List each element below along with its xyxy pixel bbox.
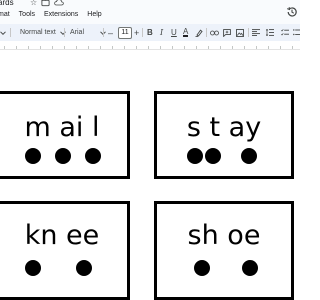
decrease-font-size-button[interactable]: –	[108, 24, 113, 41]
sound-dot	[76, 260, 92, 276]
font-dropdown[interactable]: Arial	[70, 24, 106, 41]
menu-extensions[interactable]: Extensions	[44, 11, 78, 18]
ruler-tick	[148, 46, 149, 49]
sound-dot	[85, 148, 101, 164]
highlighter-icon	[195, 29, 203, 37]
ruler-tick	[4, 46, 5, 49]
ruler-tick	[220, 46, 221, 49]
ruler-tick	[100, 46, 101, 49]
ruler-tick	[280, 46, 281, 49]
highlight-color-button[interactable]	[195, 24, 203, 41]
toolbar-divider	[206, 28, 207, 37]
toolbar-divider	[103, 28, 104, 37]
line-spacing-button[interactable]	[266, 24, 274, 41]
sound-dot	[242, 260, 258, 276]
text-color-button[interactable]: A	[183, 24, 189, 41]
toolbar-divider	[10, 28, 11, 37]
list-button[interactable]	[293, 24, 300, 41]
align-button[interactable]	[252, 24, 260, 41]
menu-help[interactable]: Help	[87, 11, 101, 18]
bold-button[interactable]: B	[147, 24, 153, 41]
toolbar-divider	[248, 28, 249, 37]
ruler-tick	[28, 46, 29, 49]
sound-dot	[241, 148, 257, 164]
ruler-tick	[16, 46, 17, 49]
menu-tools[interactable]: Tools	[19, 11, 35, 18]
card-word-text: m ai l	[24, 112, 100, 143]
sound-dot	[205, 148, 221, 164]
checklist-icon	[281, 29, 289, 36]
underline-button[interactable]: U	[171, 24, 177, 41]
ruler-tick	[136, 46, 137, 49]
version-history-icon[interactable]	[286, 3, 298, 17]
ruler[interactable]	[0, 41, 300, 50]
checklist-button[interactable]	[281, 24, 289, 41]
ruler-tick	[196, 46, 197, 49]
ruler-tick	[172, 46, 173, 49]
italic-button[interactable]: I	[160, 24, 163, 41]
image-icon	[236, 28, 244, 37]
toolbar-divider	[64, 28, 65, 37]
increase-font-size-button[interactable]: +	[134, 24, 139, 41]
sound-dot	[25, 148, 41, 164]
cloud-status-icon[interactable]	[54, 0, 64, 9]
sound-dot	[194, 260, 210, 276]
word-card[interactable]: m ai l	[0, 91, 130, 179]
menu-format[interactable]: mat	[0, 11, 10, 18]
card-word-text: s t ay	[186, 112, 262, 143]
style-label: Normal text	[20, 29, 56, 36]
insert-link-button[interactable]	[210, 24, 219, 41]
link-icon	[210, 30, 219, 35]
title-bar: ards ☆ mat Tools Extensions Help	[0, 0, 300, 24]
text-color-icon: A	[183, 27, 189, 37]
add-comment-button[interactable]	[223, 24, 231, 41]
ruler-tick	[184, 46, 185, 49]
word-card[interactable]: kn ee	[0, 201, 130, 300]
sound-dot	[187, 148, 203, 164]
card-word-text: sh oe	[187, 220, 261, 251]
ruler-tick	[256, 46, 257, 49]
docs-window: ards ☆ mat Tools Extensions Help Normal …	[0, 0, 300, 300]
ruler-tick	[208, 46, 209, 49]
ruler-tick	[124, 46, 125, 49]
ruler-tick	[88, 46, 89, 49]
ruler-tick	[160, 46, 161, 49]
sound-dot	[55, 148, 71, 164]
align-left-icon	[252, 29, 260, 36]
zoom-dropdown-icon[interactable]	[0, 24, 6, 41]
ruler-tick	[244, 46, 245, 49]
font-size-input[interactable]: 11	[118, 27, 132, 39]
ruler-tick	[268, 46, 269, 49]
line-spacing-icon	[266, 29, 274, 36]
comment-icon	[223, 28, 231, 37]
menu-bar: mat Tools Extensions Help	[0, 11, 102, 18]
style-dropdown[interactable]: Normal text	[20, 24, 66, 41]
ruler-tick	[40, 46, 41, 49]
document-canvas[interactable]: m ai l s t ay kn ee sh oe	[0, 50, 300, 300]
word-card[interactable]: sh oe	[154, 201, 294, 300]
title-icons: ☆	[30, 0, 64, 9]
sound-dot	[25, 260, 41, 276]
ruler-tick	[64, 46, 65, 49]
word-card[interactable]: s t ay	[154, 91, 294, 179]
ruler-tick	[232, 46, 233, 49]
ruler-tick	[292, 46, 293, 49]
move-to-folder-icon[interactable]	[41, 0, 50, 9]
document-title[interactable]: ards	[0, 0, 14, 7]
card-word-text: kn ee	[24, 220, 100, 251]
bulleted-list-icon	[293, 29, 300, 36]
insert-image-button[interactable]	[236, 24, 244, 41]
font-label: Arial	[70, 29, 85, 36]
formatting-toolbar: Normal text Arial – 11 + B I U A	[0, 24, 300, 41]
toolbar-divider	[142, 28, 143, 37]
star-icon[interactable]: ☆	[30, 0, 37, 9]
ruler-tick	[76, 46, 77, 49]
ruler-tick	[112, 46, 113, 49]
ruler-tick	[52, 46, 53, 49]
